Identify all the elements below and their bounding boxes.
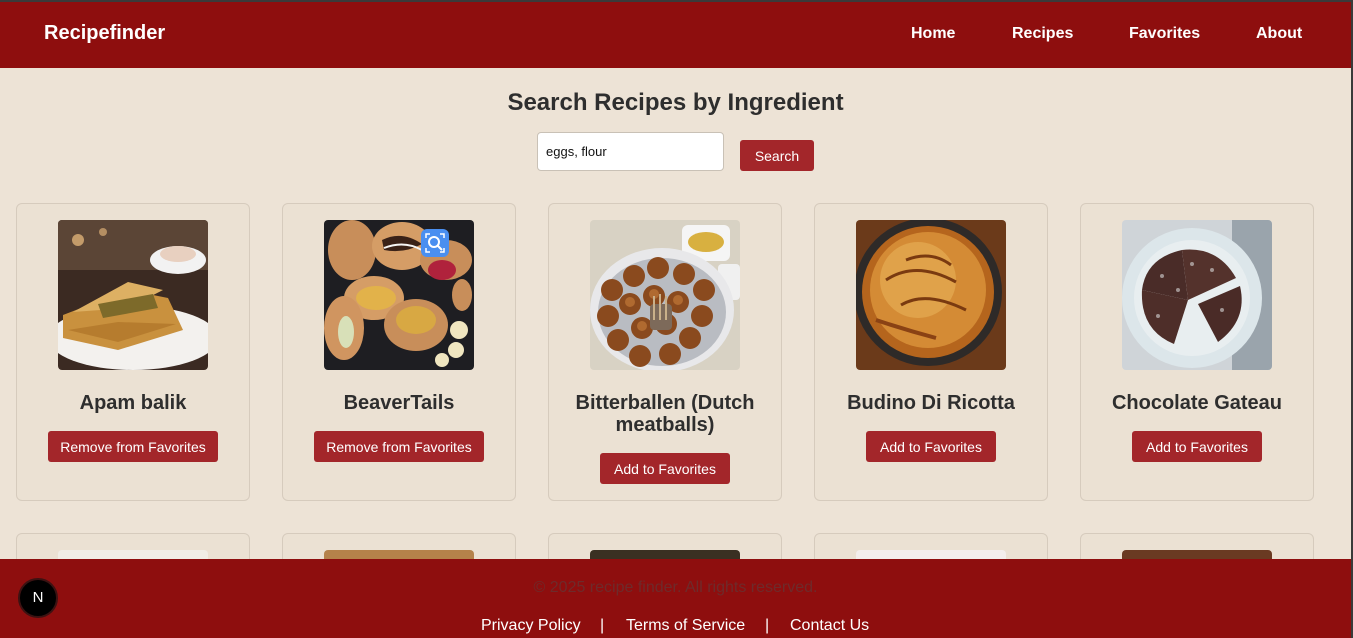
recipe-card: Apam balik Remove from Favorites [16,203,250,501]
ingredient-search-input[interactable] [537,132,724,171]
recipe-title: BeaverTails [343,392,455,414]
recipe-image-chocolate-gateau[interactable] [1122,220,1272,370]
recipe-image-bitterballen[interactable] [590,220,740,370]
search-button[interactable]: Search [740,140,814,171]
nav-link-about[interactable]: About [1256,25,1302,43]
recipe-title: Bitterballen (Dutch meatballs) [575,392,755,436]
recipe-card: Chocolate Gateau Add to Favorites [1080,203,1314,501]
page: Recipefinder Home Recipes Favorites Abou… [0,2,1351,638]
recipe-title: Budino Di Ricotta [847,392,1015,414]
remove-from-favorites-button[interactable]: Remove from Favorites [48,431,218,462]
nav-link-home[interactable]: Home [911,25,955,43]
dev-tools-badge[interactable]: N [18,578,58,618]
terms-of-service-link[interactable]: Terms of Service [626,617,745,635]
recipe-image-budino-di-ricotta[interactable] [856,220,1006,370]
recipe-card: Bitterballen (Dutch meatballs) Add to Fa… [548,203,782,501]
add-to-favorites-button[interactable]: Add to Favorites [600,453,730,484]
image-search-icon[interactable] [421,229,449,257]
contact-us-link[interactable]: Contact Us [790,617,869,635]
recipe-image-beavertails[interactable] [324,220,474,370]
recipe-title: Chocolate Gateau [1111,392,1283,414]
page-title: Search Recipes by Ingredient [507,89,844,116]
add-to-favorites-button[interactable]: Add to Favorites [866,431,996,462]
add-to-favorites-button[interactable]: Add to Favorites [1132,431,1262,462]
brand-logo[interactable]: Recipefinder [44,22,165,45]
footer-separator: | [600,617,605,634]
remove-from-favorites-button[interactable]: Remove from Favorites [314,431,484,462]
footer: © 2025 recipe finder. All rights reserve… [0,559,1351,638]
footer-separator: | [765,617,770,634]
nav-link-recipes[interactable]: Recipes [1012,25,1073,43]
recipe-title: Apam balik [79,392,187,414]
copyright-text: © 2025 recipe finder. All rights reserve… [533,579,818,596]
recipe-image-apam-balik[interactable] [58,220,208,370]
nav-link-favorites[interactable]: Favorites [1129,25,1200,43]
recipe-card: Budino Di Ricotta Add to Favorites [814,203,1048,501]
privacy-policy-link[interactable]: Privacy Policy [481,617,581,635]
recipe-card: BeaverTails Remove from Favorites [282,203,516,501]
navbar: Recipefinder Home Recipes Favorites Abou… [0,2,1351,68]
